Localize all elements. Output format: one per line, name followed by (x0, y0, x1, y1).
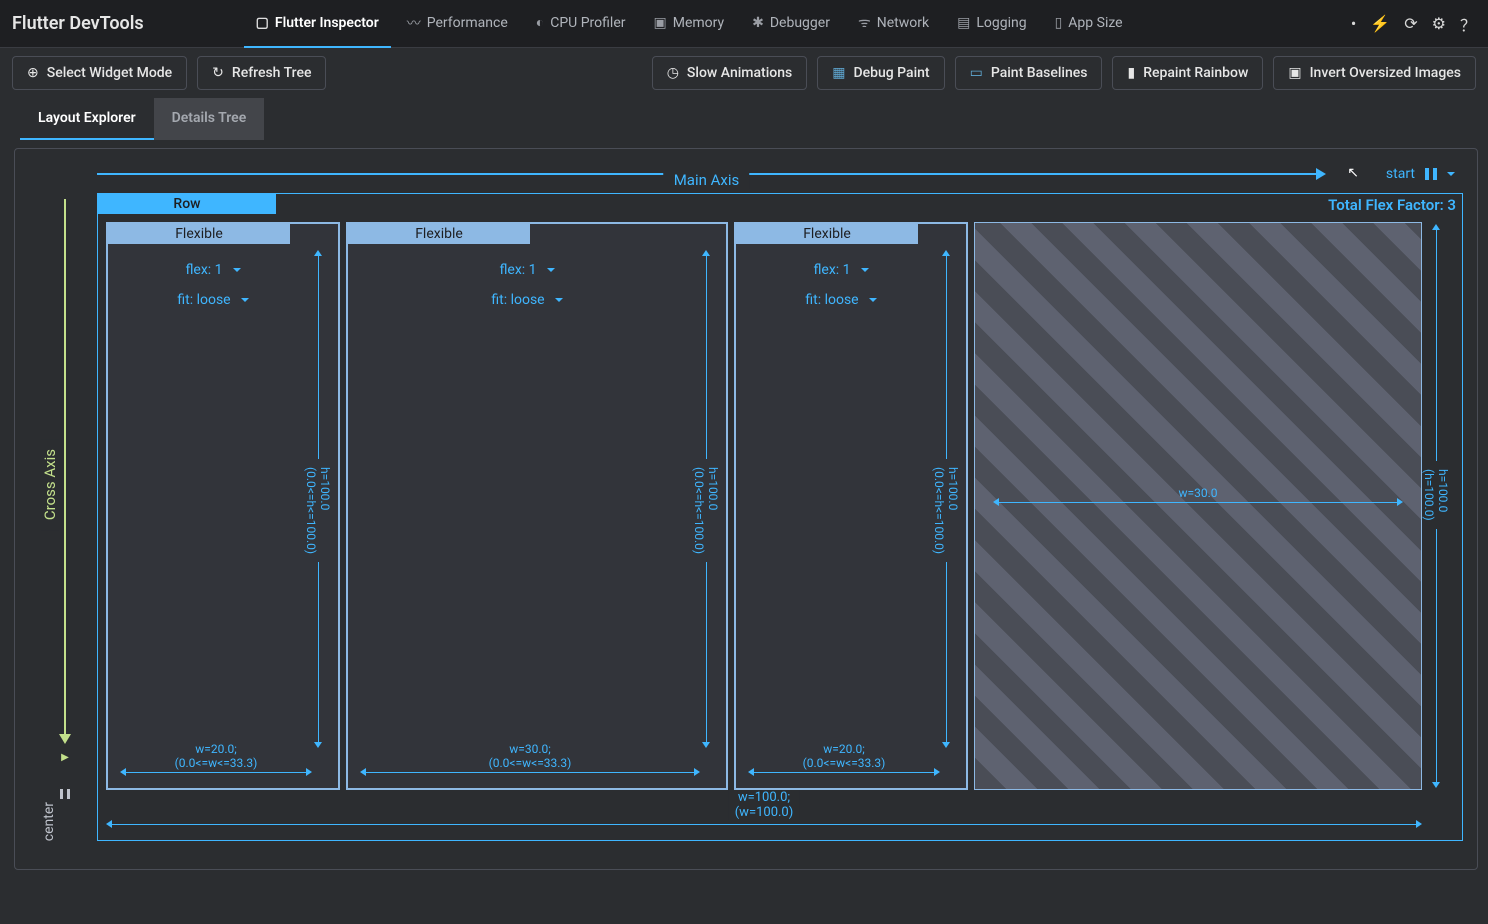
nav-tab-debugger[interactable]: ✱Debugger (740, 0, 842, 48)
header-actions: • ⚡ ⟳ ⚙ ？ (1351, 12, 1476, 36)
height-constraint-arrow: h=100.0 (0.0<=h<=100.0) (938, 250, 954, 748)
cube-icon: ▣ (653, 15, 666, 31)
nav-tab-logging[interactable]: ▤Logging (945, 0, 1038, 48)
dot-icon[interactable]: • (1351, 14, 1356, 33)
refresh-tree-button[interactable]: ↻Refresh Tree (197, 56, 326, 90)
nav-tab-memory[interactable]: ▣Memory (641, 0, 736, 48)
chevron-down-icon (555, 298, 563, 302)
tab-details-tree[interactable]: Details Tree (154, 98, 265, 140)
cross-axis-alignment-select[interactable]: center (41, 802, 57, 841)
child-label: Flexible (108, 224, 290, 244)
height-constraint-arrow: h=100.0 (0.0<=h<=100.0) (310, 250, 326, 748)
chevron-down-icon (241, 298, 249, 302)
doc-icon: ▯ (1055, 15, 1063, 31)
child-label: Flexible (348, 224, 530, 244)
grid-icon: ▦ (832, 65, 845, 81)
select-widget-mode-button[interactable]: ⊕Select Widget Mode (12, 56, 187, 90)
nav-tabs: ▢Flutter Inspector 〰Performance ◐CPU Pro… (244, 0, 1351, 48)
height-constraint-arrow: h=100.0 (0.0<=h<=100.0) (698, 250, 714, 748)
chevron-down-icon (869, 298, 877, 302)
child-label: Flexible (736, 224, 918, 244)
baseline-icon: ▭ (970, 65, 983, 81)
log-icon: ▤ (957, 15, 970, 31)
main-axis-alignment-select[interactable]: start (1386, 166, 1415, 182)
chevron-down-icon (233, 268, 241, 272)
flex-select[interactable]: flex: 1 (185, 262, 240, 278)
total-flex-factor: Total Flex Factor: 3 (1328, 196, 1456, 214)
chevron-down-icon (861, 268, 869, 272)
nav-tab-appsize[interactable]: ▯App Size (1043, 0, 1135, 48)
flex-select[interactable]: flex: 1 (499, 262, 554, 278)
fit-select[interactable]: fit: loose (805, 292, 876, 308)
row-label: Row (98, 194, 276, 214)
gear-icon[interactable]: ⚙ (1432, 14, 1446, 33)
inspector-subtabs: Layout Explorer Details Tree (0, 98, 1488, 140)
cursor-icon: ↖ (1347, 165, 1359, 181)
main-axis-header: Main Axis start ↖ (97, 159, 1455, 189)
rainbow-icon: ▮ (1127, 65, 1135, 81)
pulse-icon: 〰 (407, 13, 421, 33)
nav-tab-inspector[interactable]: ▢Flutter Inspector (244, 0, 391, 48)
slow-animations-button[interactable]: ◷Slow Animations (652, 56, 808, 90)
row-width-arrow: w=100.0; (w=100.0) (106, 820, 1422, 828)
bolt-icon[interactable]: ⚡ (1370, 14, 1390, 33)
target-icon: ⊕ (27, 65, 39, 81)
nav-tab-network[interactable]: ᯤNetwork (846, 0, 941, 48)
main-axis-label: Main Axis (664, 171, 750, 189)
cross-axis: Cross Axis ▶ center (45, 199, 85, 799)
width-constraint-arrow: w=20.0; (0.0<=w<=33.3) (748, 768, 940, 776)
row-container: Row Total Flex Factor: 3 Flexible flex: … (97, 193, 1463, 841)
main-axis-line: Main Axis (97, 173, 1316, 175)
nav-tab-cpu[interactable]: ◐CPU Profiler (524, 0, 638, 48)
flexible-child-3[interactable]: Flexible flex: 1 fit: loose h=100.0 (0.0… (734, 222, 968, 790)
fit-select[interactable]: fit: loose (491, 292, 562, 308)
image-icon: ▣ (1288, 65, 1301, 81)
overflow-area: w=30.0 (974, 222, 1422, 790)
repaint-rainbow-button[interactable]: ▮Repaint Rainbow (1112, 56, 1263, 90)
wifi-icon: ᯤ (858, 13, 871, 32)
overflow-width-arrow: w=30.0 (993, 498, 1403, 506)
tab-layout-explorer[interactable]: Layout Explorer (20, 98, 154, 140)
gauge-icon: ◐ (536, 14, 544, 31)
inspector-toolbar: ⊕Select Widget Mode ↻Refresh Tree ◷Slow … (0, 48, 1488, 98)
cross-axis-label: Cross Axis (41, 439, 59, 530)
header-bar: Flutter DevTools ▢Flutter Inspector 〰Per… (0, 0, 1488, 48)
app-title: Flutter DevTools (12, 13, 144, 34)
restart-icon[interactable]: ⟳ (1404, 14, 1417, 33)
paint-baselines-button[interactable]: ▭Paint Baselines (955, 56, 1103, 90)
flexible-child-2[interactable]: Flexible flex: 1 fit: loose h=100.0 (0.0… (346, 222, 728, 790)
width-constraint-arrow: w=20.0; (0.0<=w<=33.3) (120, 768, 312, 776)
nav-tab-performance[interactable]: 〰Performance (395, 0, 520, 48)
flexible-child-1[interactable]: Flexible flex: 1 fit: loose h=100.0 (0.0… (106, 222, 340, 790)
layout-explorer-panel: Main Axis start ↖ Cross Axis ▶ center Ro… (14, 148, 1478, 870)
chevron-down-icon[interactable] (1447, 172, 1455, 176)
invert-oversized-button[interactable]: ▣Invert Oversized Images (1273, 56, 1476, 90)
clock-icon: ◷ (667, 65, 679, 81)
help-icon[interactable]: ？ (1460, 12, 1476, 36)
debug-paint-button[interactable]: ▦Debug Paint (817, 56, 944, 90)
bug-icon: ✱ (752, 15, 764, 31)
pause-icon[interactable] (60, 789, 70, 799)
refresh-icon: ↻ (212, 65, 224, 81)
chevron-down-icon (547, 268, 555, 272)
pause-icon[interactable] (1425, 168, 1437, 180)
row-height-arrow: h=100.0 (h=100.0) (1424, 224, 1448, 788)
width-constraint-arrow: w=30.0; (0.0<=w<=33.3) (360, 768, 700, 776)
flex-select[interactable]: flex: 1 (813, 262, 868, 278)
row-children: Flexible flex: 1 fit: loose h=100.0 (0.0… (106, 222, 1422, 790)
play-icon[interactable]: ▶ (61, 752, 69, 763)
phone-icon: ▢ (256, 15, 269, 31)
fit-select[interactable]: fit: loose (177, 292, 248, 308)
